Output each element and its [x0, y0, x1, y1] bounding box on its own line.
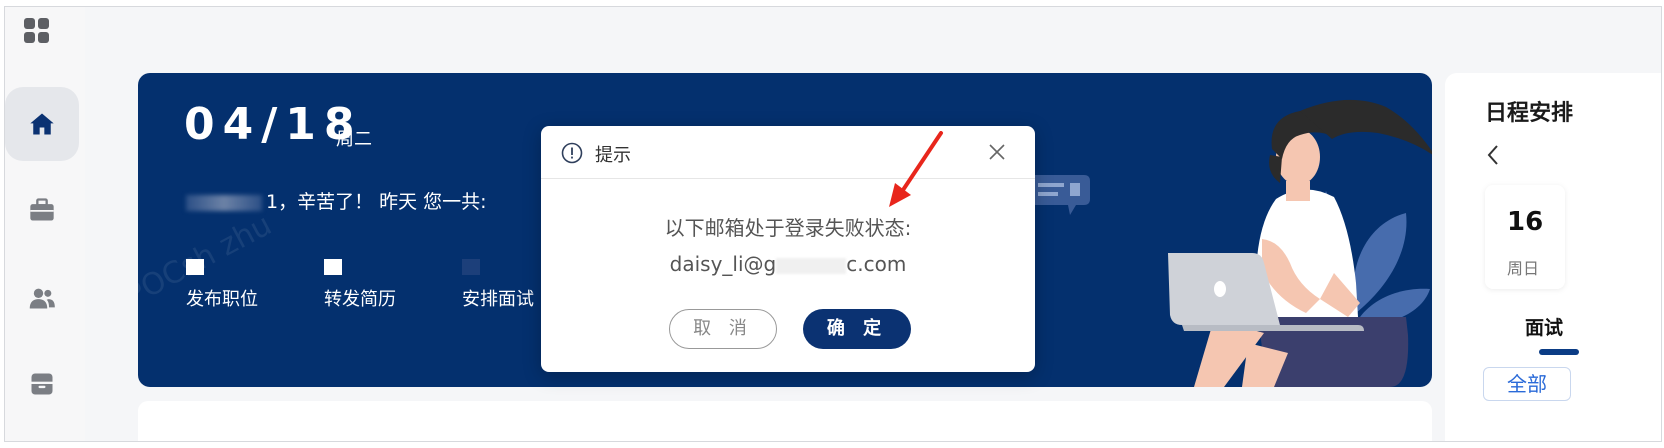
briefcase-icon: [30, 198, 54, 221]
app-window: POCsh zhu 04/18 周二 1，辛苦了！ 昨天 您一共: 发布职位 转…: [4, 6, 1662, 442]
apps-grid-icon[interactable]: [24, 18, 50, 44]
greeting-text: 1，辛苦了！ 昨天 您一共:: [186, 187, 487, 214]
email-prefix: daisy_li@g: [669, 252, 777, 276]
close-icon[interactable]: [987, 142, 1007, 162]
sidebar-item-archive[interactable]: [5, 347, 79, 421]
stat-scheduled-interviews[interactable]: 安排面试: [462, 259, 534, 311]
day-number: 16: [1507, 207, 1544, 237]
content-card: [138, 401, 1432, 441]
sidebar-item-people[interactable]: [5, 261, 79, 335]
dialog-header: 提示: [541, 126, 1035, 179]
archive-icon: [31, 373, 53, 395]
dialog-title: 提示: [595, 145, 631, 166]
stat-label: 转发简历: [324, 289, 396, 310]
schedule-panel: 日程安排 16 周日 面试 全部: [1445, 73, 1661, 441]
tab-interview[interactable]: 面试: [1525, 313, 1563, 340]
users-icon: [29, 288, 55, 309]
day-name: 周日: [1507, 259, 1540, 278]
sidebar: [5, 7, 85, 441]
stat-forwarded-resumes[interactable]: 转发简历: [324, 259, 396, 311]
stat-count: [186, 259, 204, 275]
woman-with-laptop-illustration: [1026, 99, 1432, 387]
schedule-title: 日程安排: [1485, 101, 1574, 126]
stat-published-jobs[interactable]: 发布职位: [186, 259, 258, 311]
stat-label: 发布职位: [186, 289, 258, 310]
home-icon: [30, 113, 54, 135]
annotation-arrow-icon: [889, 131, 943, 207]
chevron-left-icon[interactable]: [1485, 143, 1501, 173]
cancel-button[interactable]: 取 消: [669, 309, 777, 349]
info-icon: [561, 142, 583, 164]
stat-count: [324, 259, 342, 275]
login-failure-dialog: 提示 以下邮箱处于登录失败状态: daisy_li@g c.com 取 消 确 定: [541, 126, 1035, 372]
stat-count: [462, 259, 480, 275]
banner-weekday: 周二: [336, 129, 372, 150]
failed-email: daisy_li@g c.com: [541, 252, 1035, 276]
sidebar-item-home[interactable]: [5, 87, 79, 161]
day-card[interactable]: 16 周日: [1485, 185, 1565, 289]
confirm-button[interactable]: 确 定: [803, 309, 911, 349]
greeting-suffix: 1，辛苦了！ 昨天 您一共:: [266, 191, 487, 213]
sidebar-item-jobs[interactable]: [5, 173, 79, 247]
redacted-email-part: [776, 257, 847, 274]
tab-indicator: [1539, 349, 1579, 355]
dialog-message: 以下邮箱处于登录失败状态:: [664, 216, 912, 240]
email-suffix: c.com: [846, 252, 907, 276]
redacted-name: [186, 194, 262, 211]
stat-label: 安排面试: [462, 289, 534, 310]
all-button[interactable]: 全部: [1483, 367, 1571, 401]
